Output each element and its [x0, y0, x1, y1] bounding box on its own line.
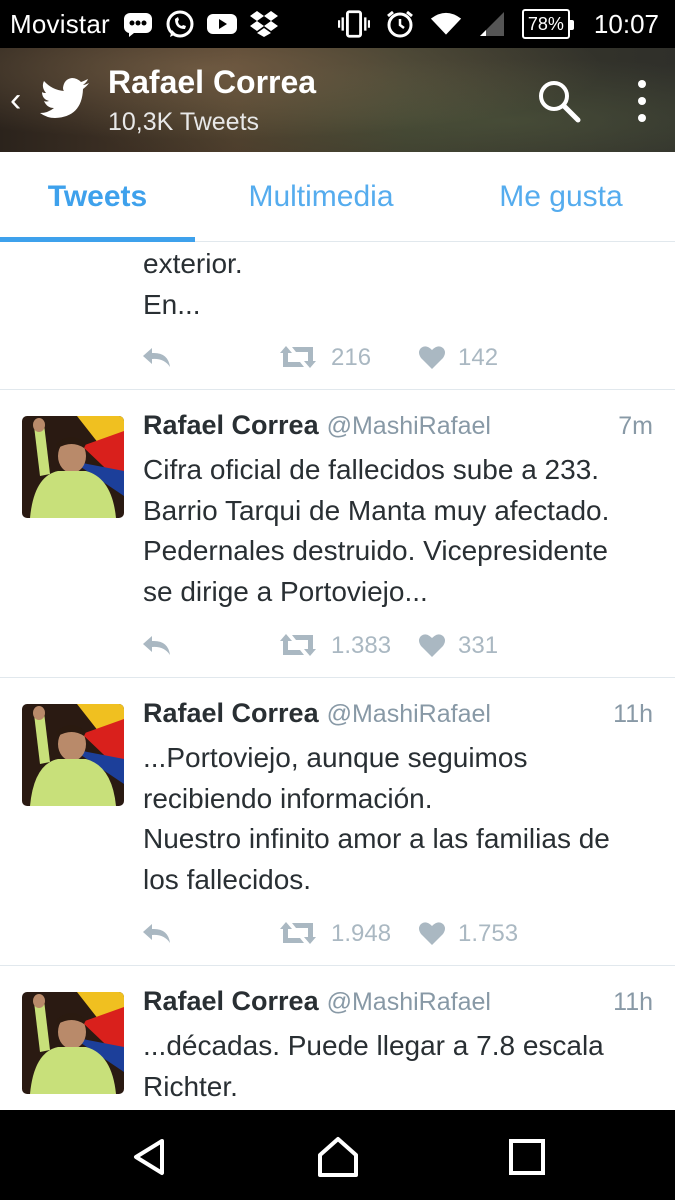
- search-icon[interactable]: [536, 78, 582, 124]
- tweet-count: 10,3K Tweets: [108, 108, 260, 136]
- avatar[interactable]: [22, 992, 124, 1094]
- tweet-author-name[interactable]: Rafael Correa: [143, 986, 319, 1017]
- recent-apps-icon[interactable]: [505, 1135, 549, 1179]
- like-count: 142: [458, 344, 499, 371]
- home-icon[interactable]: [316, 1135, 360, 1179]
- tweet-timestamp: 11h: [613, 988, 653, 1016]
- profile-tabs: Tweets Multimedia Me gusta: [0, 152, 675, 242]
- tab-tweets[interactable]: Tweets: [0, 152, 195, 242]
- tweet-author-handle[interactable]: @MashiRafael: [327, 988, 491, 1017]
- reply-icon[interactable]: [140, 342, 174, 372]
- tweet-item[interactable]: Rafael Correa @MashiRafael 11h ...Portov…: [0, 678, 675, 966]
- heart-icon[interactable]: [418, 344, 446, 370]
- tweet-author-name[interactable]: Rafael Correa: [143, 410, 319, 441]
- tweet-author-name[interactable]: Rafael Correa: [143, 698, 319, 729]
- tweet-text: ...décadas. Puede llegar a 7.8 escala Ri…: [143, 1030, 604, 1102]
- avatar[interactable]: [22, 416, 124, 518]
- tweet-timestamp: 11h: [613, 700, 653, 728]
- retweet-icon[interactable]: [278, 918, 318, 948]
- avatar[interactable]: [22, 704, 124, 806]
- clock: 10:07: [593, 8, 659, 39]
- tweet-text: exterior. En...: [143, 248, 243, 320]
- vibrate-icon: [337, 9, 370, 39]
- youtube-icon: [206, 9, 238, 39]
- tweet-item[interactable]: Rafael Correa @MashiRafael 11h ...década…: [0, 966, 675, 1110]
- whatsapp-icon: [164, 9, 196, 39]
- signal-icon: [476, 9, 508, 39]
- tweet-author-handle[interactable]: @MashiRafael: [327, 700, 491, 729]
- reply-icon[interactable]: [140, 630, 174, 660]
- carrier-name: Movistar: [10, 8, 110, 39]
- retweet-icon[interactable]: [278, 630, 318, 660]
- heart-icon[interactable]: [418, 632, 446, 658]
- dropbox-icon: [248, 9, 280, 39]
- twitter-bird-icon[interactable]: [40, 78, 90, 118]
- more-options-icon[interactable]: [626, 76, 658, 126]
- like-count: 1.753: [458, 920, 519, 947]
- status-bar: Movistar 78% 10:07: [0, 0, 675, 48]
- tweet-timestamp: 7m: [618, 412, 653, 440]
- tweet-text: ...Portoviejo, aunque seguimos recibiend…: [143, 742, 610, 895]
- retweet-count: 1.948: [331, 920, 392, 947]
- tweet-text: Cifra oficial de fallecidos sube a 233. …: [143, 454, 610, 607]
- retweet-count: 216: [331, 344, 372, 371]
- tweet-actions: 1.948 1.753: [140, 918, 560, 948]
- tweet-item[interactable]: exterior. En... 216 142: [0, 242, 675, 390]
- heart-icon[interactable]: [418, 920, 446, 946]
- tab-multimedia[interactable]: Multimedia: [195, 152, 447, 242]
- profile-name: Rafael Correa: [108, 64, 317, 100]
- wifi-icon: [430, 9, 462, 39]
- retweet-icon[interactable]: [278, 342, 318, 372]
- back-arrow-icon[interactable]: ‹: [10, 80, 30, 120]
- tweet-header: Rafael Correa @MashiRafael 11h: [143, 698, 653, 732]
- profile-header: ‹ Rafael Correa 10,3K Tweets: [0, 48, 675, 152]
- tweet-actions: 216 142: [140, 342, 560, 372]
- tweet-header: Rafael Correa @MashiRafael 11h: [143, 986, 653, 1020]
- reply-icon[interactable]: [140, 918, 174, 948]
- system-nav-bar: [0, 1110, 675, 1200]
- tweet-actions: 1.383 331: [140, 630, 560, 660]
- tweet-author-handle[interactable]: @MashiRafael: [327, 412, 491, 441]
- bbm-icon: [122, 9, 154, 39]
- tab-me-gusta[interactable]: Me gusta: [447, 152, 675, 242]
- tweet-timeline[interactable]: exterior. En... 216 142 Rafael Correa @M…: [0, 242, 675, 1110]
- back-triangle-icon[interactable]: [128, 1135, 172, 1179]
- tweet-header: Rafael Correa @MashiRafael 7m: [143, 410, 653, 444]
- battery-icon: 78%: [521, 9, 574, 39]
- tweet-item[interactable]: Rafael Correa @MashiRafael 7m Cifra ofic…: [0, 390, 675, 678]
- like-count: 331: [458, 632, 499, 659]
- alarm-icon: [384, 9, 416, 39]
- retweet-count: 1.383: [331, 632, 392, 659]
